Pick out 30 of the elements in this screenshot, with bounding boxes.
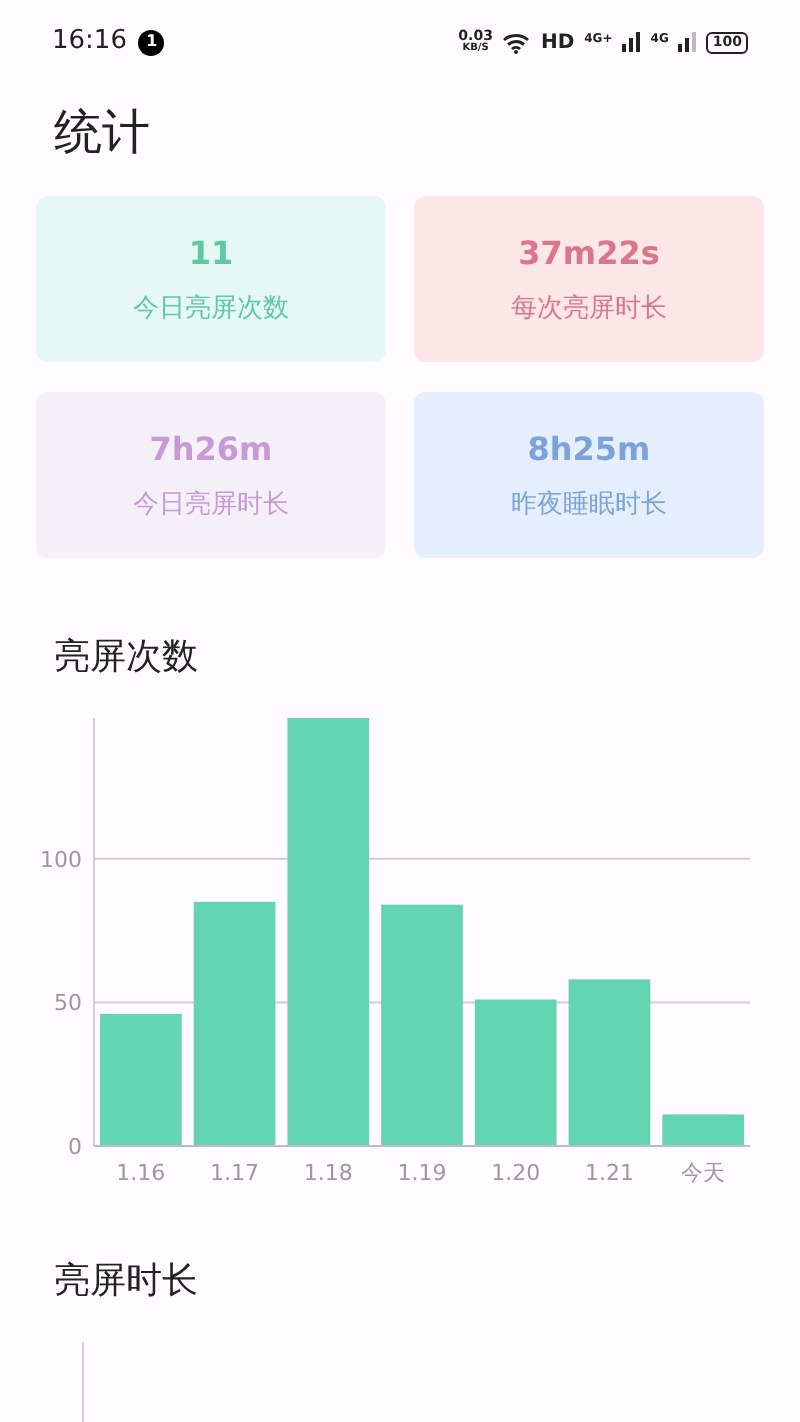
hd-label: HD bbox=[540, 29, 575, 57]
bar bbox=[662, 1114, 744, 1146]
axis-tick-label: 1.17 bbox=[210, 1160, 260, 1186]
stat-label: 今日亮屏次数 bbox=[133, 291, 289, 328]
axis-tick-label: 50 bbox=[54, 990, 82, 1017]
stat-value: 7h26m bbox=[149, 427, 273, 472]
axis-tick-label: 0 bbox=[68, 1134, 82, 1160]
axis-tick-label: 1.20 bbox=[491, 1160, 541, 1186]
stat-value: 11 bbox=[188, 231, 234, 276]
section-title: 亮屏时长 bbox=[52, 1258, 200, 1306]
stat-value: 37m22s bbox=[518, 231, 660, 276]
status-time: 16:16 bbox=[52, 24, 127, 61]
page-title: 统计 bbox=[52, 102, 152, 164]
stat-label: 每次亮屏时长 bbox=[511, 291, 667, 328]
bar bbox=[100, 1013, 182, 1146]
stat-label: 昨夜睡眠时长 bbox=[511, 487, 667, 524]
axis-tick-label: 1.18 bbox=[303, 1160, 353, 1186]
axis-tick-label: 100 bbox=[40, 846, 82, 873]
axis-tick-label: 今天 bbox=[681, 1160, 726, 1186]
section-title: 亮屏次数 bbox=[52, 634, 200, 682]
y-axis bbox=[82, 1342, 84, 1422]
axis-tick-label: 1.21 bbox=[584, 1160, 634, 1186]
signal-icon bbox=[678, 32, 697, 52]
axis-tick-label: 1.16 bbox=[116, 1160, 166, 1186]
signal-icon bbox=[622, 32, 641, 52]
notification-badge: 1 bbox=[138, 29, 165, 55]
stat-value: 8h25m bbox=[527, 427, 651, 472]
axis-tick-label: 1.19 bbox=[397, 1160, 447, 1186]
stat-label: 今日亮屏时长 bbox=[133, 487, 289, 524]
wifi-icon bbox=[502, 31, 531, 53]
